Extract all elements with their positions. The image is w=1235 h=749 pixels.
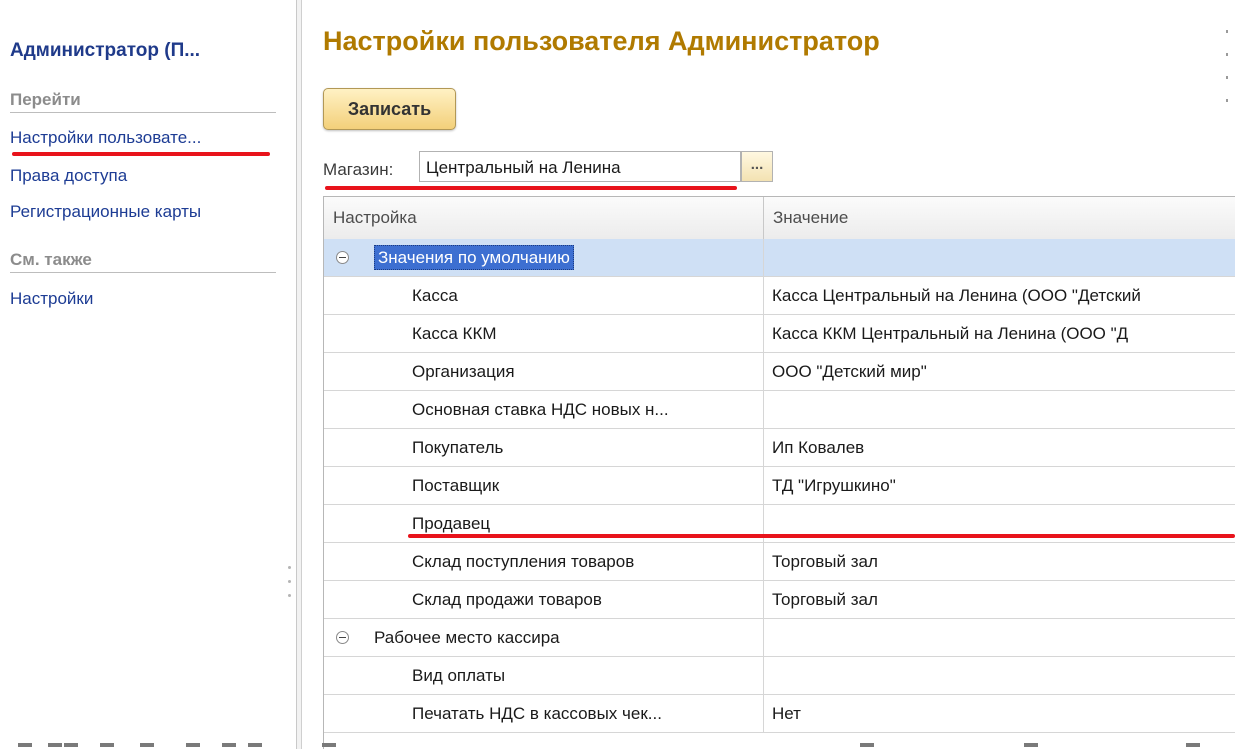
store-input[interactable]: Центральный на Ленина [419,151,741,182]
table-row[interactable]: Склад продажи товаров Торговый зал [324,581,1235,619]
setting-name-text: Склад поступления товаров [412,552,635,571]
save-button[interactable]: Записать [323,88,456,130]
setting-value-cell[interactable]: Торговый зал [763,543,1235,580]
nav-link-access-rights[interactable]: Права доступа [10,166,127,186]
setting-value-cell[interactable] [763,657,1235,694]
highlight-underline-nav [12,152,270,156]
nav-link-user-settings[interactable]: Настройки пользовате... [10,128,201,148]
nav-link-settings[interactable]: Настройки [10,289,93,309]
setting-value-cell[interactable]: Нет [763,695,1235,732]
nav-title[interactable]: Администратор (П... [10,40,200,62]
setting-name-cell[interactable]: Значения по умолчанию [324,239,813,276]
table-row[interactable]: Касса Касса Центральный на Ленина (ООО "Д… [324,277,1235,315]
table-header: Настройка Значение [324,197,1235,240]
setting-name-text: Рабочее место кассира [374,628,560,647]
setting-name-cell[interactable]: Рабочее место кассира [324,619,813,656]
setting-value-cell[interactable] [763,239,1235,276]
setting-name-text: Касса ККМ [412,324,497,343]
table-group-row[interactable]: Рабочее место кассира [324,619,1235,657]
column-header-value[interactable]: Значение [763,197,1235,239]
panel-splitter[interactable] [297,0,302,749]
highlight-underline-store [325,186,737,190]
store-label: Магазин: [323,160,394,179]
setting-value-cell[interactable]: Ип Ковалев [763,429,1235,466]
setting-value-cell[interactable]: Касса ККМ Центральный на Ленина (ООО "Д [763,315,1235,352]
form-title: Настройки пользователя Администратор [323,26,880,56]
setting-value-cell[interactable]: Касса Центральный на Ленина (ООО "Детски… [763,277,1235,314]
table-row[interactable]: Касса ККМ Касса ККМ Центральный на Ленина… [324,315,1235,353]
highlight-underline-seller [408,534,1235,538]
table-row[interactable]: Организация ООО "Детский мир" [324,353,1235,391]
table-row[interactable]: Поставщик ТД "Игрушкино" [324,467,1235,505]
table-row[interactable]: Основная ставка НДС новых н... [324,391,1235,429]
setting-value-cell[interactable]: Торговый зал [763,581,1235,618]
table-row[interactable]: Покупатель Ип Ковалев [324,429,1235,467]
settings-table: Настройка Значение Значения по умолчанию… [323,196,1235,749]
setting-name-text: Поставщик [412,476,500,495]
column-header-setting[interactable]: Настройка [324,197,763,239]
setting-value-cell[interactable] [763,391,1235,428]
setting-name-text: Вид оплаты [412,666,506,685]
setting-name-text: Склад продажи товаров [412,590,602,609]
setting-name-text: Печатать НДС в кассовых чек... [412,704,662,723]
collapse-icon[interactable] [336,631,349,644]
navigation-panel: Администратор (П... Перейти Настройки по… [0,0,297,749]
setting-name-text: Касса [412,286,458,305]
setting-name-text: Продавец [412,514,491,533]
store-select-button[interactable]: ... [741,151,773,182]
nav-link-registration-cards[interactable]: Регистрационные карты [10,202,201,222]
setting-name-text: Организация [412,362,515,381]
setting-value-cell[interactable]: ТД "Игрушкино" [763,467,1235,504]
setting-name-text: Основная ставка НДС новых н... [412,400,669,419]
table-row[interactable]: Печатать НДС в кассовых чек... Нет [324,695,1235,733]
splitter-handle[interactable] [288,566,292,626]
table-body: Значения по умолчанию Касса Касса Централь… [324,239,1235,733]
setting-value-cell[interactable] [763,619,1235,656]
collapse-icon[interactable] [336,251,349,264]
bottom-edge-marks [0,743,1235,749]
table-row[interactable]: Склад поступления товаров Торговый зал [324,543,1235,581]
nav-section-go: Перейти [10,90,276,113]
table-row[interactable]: Вид оплаты [324,657,1235,695]
nav-section-see-also: См. также [10,250,276,273]
setting-name-text: Покупатель [412,438,504,457]
setting-value-cell[interactable]: ООО "Детский мир" [763,353,1235,390]
form-edge-marks [1226,30,1229,122]
table-group-row[interactable]: Значения по умолчанию [324,239,1235,277]
setting-name-text: Значения по умолчанию [374,245,574,270]
